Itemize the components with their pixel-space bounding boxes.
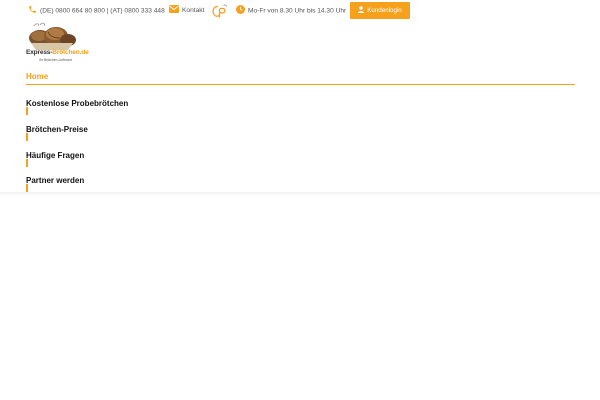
hours-info: Mo-Fr von 8.30 Uhr bis 14.30 Uhr	[236, 5, 346, 18]
phone-info[interactable]: (DE) 0800 664 80 800 | (AT) 0800 333 448	[28, 5, 165, 18]
phone-icon	[28, 5, 37, 18]
logo-tagline: Ihr Brötchen-Lieferant	[39, 58, 72, 62]
mail-icon	[169, 5, 179, 17]
cp-logo-icon[interactable]	[211, 4, 228, 22]
top-bar: (DE) 0800 664 80 800 | (AT) 0800 333 448…	[0, 0, 600, 22]
user-icon	[358, 6, 365, 15]
phone-text: (DE) 0800 664 80 800 | (AT) 0800 333 448	[40, 7, 165, 15]
hours-text: Mo-Fr von 8.30 Uhr bis 14.30 Uhr	[248, 7, 347, 15]
main-navigation: Home	[26, 72, 575, 85]
logo-brand: Express-Brötchen.de	[26, 49, 89, 56]
customer-login-label: Kundenlogin	[367, 7, 402, 14]
header-divider	[0, 192, 600, 196]
menu-item-faq[interactable]: Häufige Fragen	[26, 151, 84, 161]
contact-link[interactable]: Kontakt	[169, 5, 204, 17]
logo-brand-second: Brötchen.de	[52, 49, 89, 56]
menu-item-free-samples[interactable]: Kostenlose Probebrötchen	[26, 99, 128, 109]
menu-item-become-partner[interactable]: Partner werden	[26, 176, 84, 186]
nav-home[interactable]: Home	[26, 72, 575, 85]
bread-basket-icon	[29, 22, 76, 50]
menu-item-prices[interactable]: Brötchen-Preise	[26, 125, 88, 135]
customer-login-button[interactable]: Kundenlogin	[350, 2, 410, 19]
site-logo[interactable]: Express-Brötchen.de Ihr Brötchen-Liefera…	[26, 22, 89, 64]
clock-icon	[236, 5, 245, 18]
menu-marker	[26, 107, 28, 115]
logo-brand-first: Express-	[26, 49, 53, 56]
menu-marker	[26, 184, 28, 192]
menu-marker	[26, 159, 28, 167]
contact-text: Kontakt	[182, 7, 205, 14]
menu-marker	[26, 133, 28, 141]
